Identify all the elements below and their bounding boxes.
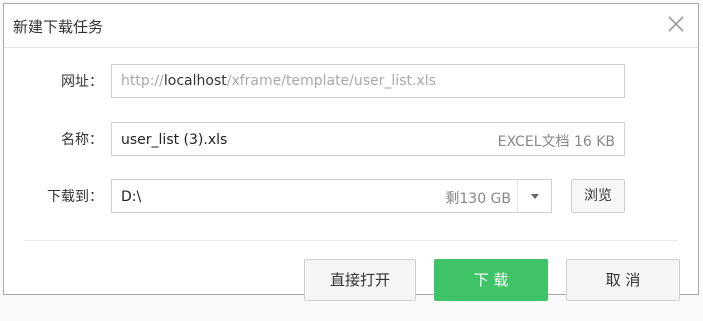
save-path-input[interactable] (112, 180, 373, 214)
open-directly-button[interactable]: 直接打开 (304, 259, 416, 301)
name-label: 名称： (61, 132, 103, 148)
file-meta: EXCEL文档 16 KB (497, 134, 615, 150)
dialog-titlebar: 新建下载任务 (4, 4, 698, 48)
new-download-dialog: 新建下载任务 网址： http://localhost/xframe/templ… (3, 3, 699, 301)
download-button[interactable]: 下 载 (434, 259, 548, 301)
divider (24, 240, 678, 241)
cancel-button[interactable]: 取 消 (566, 259, 680, 301)
url-host: localhost (163, 73, 227, 89)
url-label: 网址： (61, 74, 103, 90)
url-prefix: http:// (121, 73, 164, 89)
free-space: 剩130 GB (445, 191, 511, 207)
browse-button[interactable]: 浏览 (571, 179, 625, 213)
save-to-label: 下载到： (47, 189, 103, 205)
save-path-field[interactable]: 剩130 GB (111, 179, 552, 214)
name-input[interactable] (112, 123, 423, 157)
dialog-title: 新建下载任务 (13, 18, 104, 36)
url-field[interactable]: http://localhost/xframe/template/user_li… (111, 64, 625, 98)
chevron-down-icon[interactable] (517, 180, 551, 212)
url-path: /xframe/template/user_list.xls (226, 73, 436, 89)
close-icon[interactable] (666, 14, 686, 34)
name-field[interactable]: EXCEL文档 16 KB (111, 122, 625, 157)
url-value: http://localhost/xframe/template/user_li… (121, 73, 436, 89)
